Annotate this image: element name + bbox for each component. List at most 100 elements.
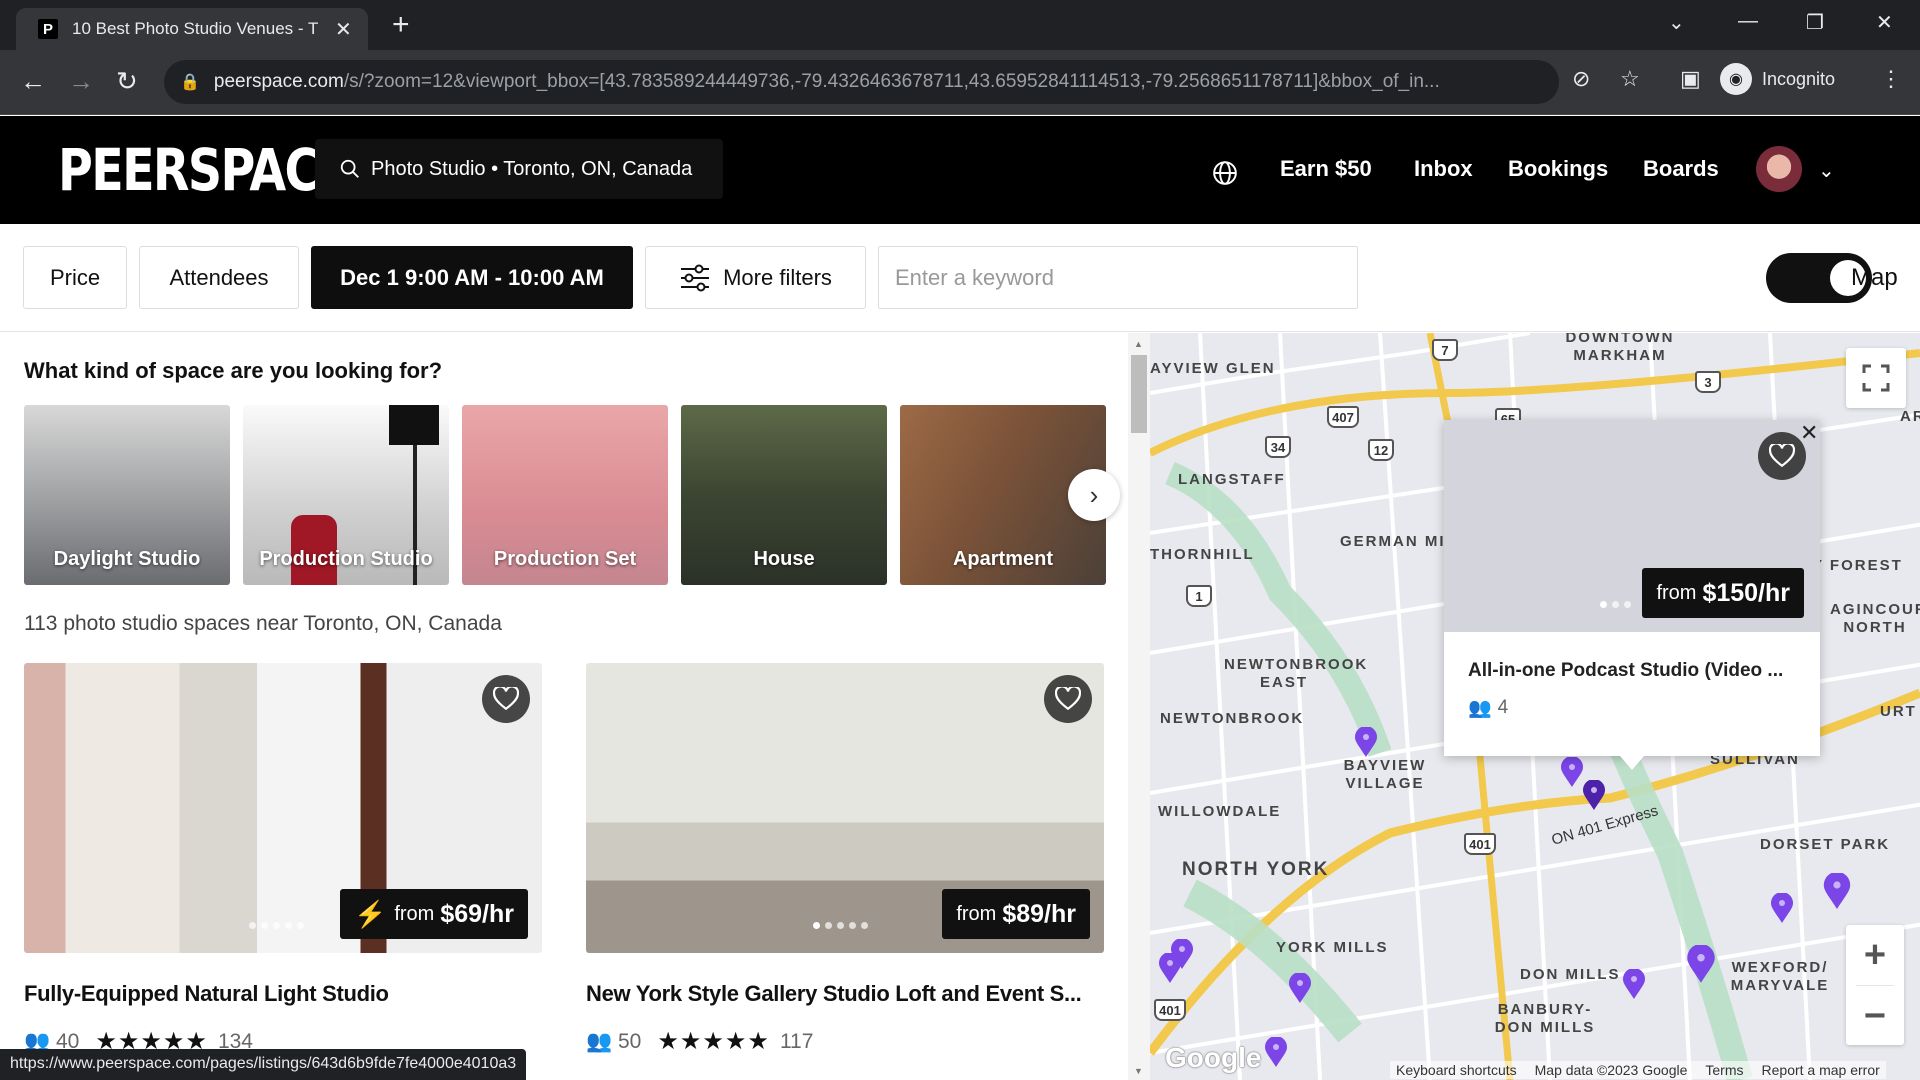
map-listing-popup[interactable]: from $150/hr ✕ All-in-one Podcast Studio … — [1444, 420, 1820, 756]
popup-meta: 👥 4 — [1468, 696, 1508, 720]
fullscreen-icon — [1862, 364, 1890, 392]
map-pin[interactable] — [1622, 969, 1646, 999]
site-header: PEERSPACE Photo Studio • Toronto, ON, Ca… — [0, 116, 1920, 224]
map-label: BAYVIEW VILLAGE — [1343, 757, 1427, 792]
scrollbar-thumb[interactable] — [1131, 355, 1147, 433]
nav-bookings[interactable]: Bookings — [1508, 156, 1608, 182]
category-production-set[interactable]: Production Set — [462, 405, 668, 585]
photo-pagination-dots[interactable] — [1600, 601, 1631, 608]
keyword-input[interactable]: Enter a keyword — [878, 246, 1358, 309]
map-pin-selected[interactable] — [1582, 780, 1606, 810]
listing-capacity: 50 — [618, 1029, 642, 1053]
map-pin[interactable] — [1822, 873, 1852, 909]
more-filters-button[interactable]: More filters — [645, 246, 866, 309]
date-filter-button[interactable]: Dec 1 9:00 AM - 10:00 AM — [311, 246, 633, 309]
chevron-down-icon[interactable]: ⌄ — [1818, 158, 1835, 183]
category-house[interactable]: House — [681, 405, 887, 585]
listing-photo[interactable]: ⚡ from $69/hr — [24, 663, 542, 953]
close-tab-icon[interactable]: ✕ — [335, 17, 352, 42]
minimize-icon[interactable]: — — [1738, 10, 1758, 33]
map-pin[interactable] — [1288, 973, 1312, 1003]
price-badge: from $89/hr — [942, 889, 1090, 939]
route-shield: 3 — [1695, 371, 1721, 393]
terms-link[interactable]: Terms — [1705, 1062, 1743, 1078]
listing-card[interactable]: from $89/hr New York Style Gallery Studio… — [586, 663, 1104, 1056]
photo-pagination-dots[interactable] — [813, 922, 868, 929]
map-pin[interactable] — [1158, 953, 1182, 983]
map-pin[interactable] — [1770, 893, 1794, 923]
map-toggle-label: Map — [1851, 264, 1898, 291]
forward-icon[interactable]: → — [68, 66, 94, 96]
map-label: WEXFORD/ MARYVALE — [1730, 959, 1830, 994]
review-count: 117 — [779, 1029, 814, 1053]
browser-menu-icon[interactable]: ⋮ — [1880, 66, 1902, 92]
category-daylight-studio[interactable]: Daylight Studio — [24, 405, 230, 585]
route-shield: 407 — [1327, 406, 1359, 428]
tab-search-chevron-icon[interactable]: ⌄ — [1668, 10, 1685, 35]
popup-pointer — [1620, 756, 1644, 770]
nav-earn[interactable]: Earn $50 — [1280, 156, 1372, 182]
zoom-in-icon[interactable]: + — [1846, 925, 1904, 985]
map-label: DORSET PARK — [1760, 836, 1891, 853]
new-tab-icon[interactable]: + — [392, 10, 410, 40]
listing-photo[interactable]: from $89/hr — [586, 663, 1104, 953]
map-pin[interactable] — [1560, 757, 1584, 787]
carousel-next-arrow-icon[interactable]: › — [1068, 469, 1120, 521]
price-badge: ⚡ from $69/hr — [339, 889, 528, 939]
listing-card[interactable]: ⚡ from $69/hr Fully-Equipped Natural Ligh… — [24, 663, 542, 1056]
nav-boards[interactable]: Boards — [1643, 156, 1719, 182]
sliders-icon — [681, 264, 710, 291]
browser-tab[interactable]: P 10 Best Photo Studio Venues - T ✕ — [16, 8, 368, 50]
attendees-filter-button[interactable]: Attendees — [139, 246, 299, 309]
scroll-up-arrow-icon[interactable]: ▲ — [1134, 339, 1143, 349]
map-attribution: Keyboard shortcuts Map data ©2023 Google… — [1390, 1061, 1886, 1079]
map-label: NORTH YORK — [1182, 859, 1330, 880]
url-text[interactable]: peerspace.com/s/?zoom=12&viewport_bbox=[… — [214, 71, 1544, 93]
heart-icon[interactable] — [1044, 675, 1092, 723]
bookmark-star-icon[interactable]: ☆ — [1620, 66, 1640, 92]
report-error-link[interactable]: Report a map error — [1762, 1062, 1880, 1078]
nav-inbox[interactable]: Inbox — [1414, 156, 1473, 182]
price-filter-button[interactable]: Price — [23, 246, 127, 309]
map-pin[interactable] — [1686, 945, 1716, 983]
people-icon: 👥 — [1468, 698, 1492, 719]
tab-title: 10 Best Photo Studio Venues - T — [72, 19, 319, 38]
route-shield: 1 — [1186, 585, 1212, 607]
map-label: NEWTONBROOK EAST — [1224, 656, 1369, 691]
heart-icon[interactable] — [1758, 432, 1806, 480]
keyboard-shortcuts-link[interactable]: Keyboard shortcuts — [1396, 1062, 1517, 1078]
map-label: WILLOWDALE — [1158, 803, 1282, 820]
results-scrollbar[interactable]: ▲ ▼ — [1128, 333, 1150, 1080]
heart-icon[interactable] — [482, 675, 530, 723]
scroll-down-arrow-icon[interactable]: ▼ — [1134, 1066, 1143, 1076]
photo-pagination-dots[interactable] — [249, 922, 304, 929]
tracking-protection-icon[interactable]: ⊘ — [1572, 66, 1590, 92]
map-label: GERMAN MI — [1340, 533, 1446, 550]
map-pin[interactable] — [1354, 727, 1378, 757]
side-panel-icon[interactable]: ▣ — [1680, 66, 1701, 92]
back-icon[interactable]: ← — [20, 66, 46, 96]
address-bar[interactable]: 🔒 peerspace.com/s/?zoom=12&viewport_bbox… — [164, 60, 1559, 104]
reload-icon[interactable]: ↻ — [116, 66, 138, 96]
space-type-heading: What kind of space are you looking for? — [24, 358, 443, 383]
globe-icon[interactable] — [1212, 160, 1238, 186]
map-fullscreen-button[interactable] — [1846, 348, 1906, 408]
close-window-icon[interactable]: ✕ — [1876, 10, 1893, 35]
peerspace-logo[interactable]: PEERSPACE — [58, 138, 350, 202]
results-panel: What kind of space are you looking for? … — [0, 333, 1128, 1080]
search-bar[interactable]: Photo Studio • Toronto, ON, Canada — [315, 139, 723, 199]
user-avatar[interactable] — [1756, 146, 1802, 192]
category-production-studio[interactable]: Production Studio — [243, 405, 449, 585]
map-pin[interactable] — [1264, 1037, 1288, 1067]
listing-title[interactable]: Fully-Equipped Natural Light Studio — [24, 981, 542, 1007]
restore-icon[interactable]: ❐ — [1806, 10, 1824, 35]
incognito-badge[interactable]: ◉ Incognito — [1720, 63, 1835, 95]
popup-title[interactable]: All-in-one Podcast Studio (Video ... — [1468, 660, 1783, 682]
listing-title[interactable]: New York Style Gallery Studio Loft and E… — [586, 981, 1104, 1007]
popup-photo[interactable]: from $150/hr — [1444, 420, 1820, 632]
zoom-out-icon[interactable]: − — [1846, 986, 1904, 1046]
close-popup-icon[interactable]: ✕ — [1800, 420, 1818, 446]
incognito-label: Incognito — [1762, 68, 1836, 89]
more-filters-label: More filters — [723, 264, 832, 290]
google-logo: Google — [1165, 1042, 1262, 1073]
